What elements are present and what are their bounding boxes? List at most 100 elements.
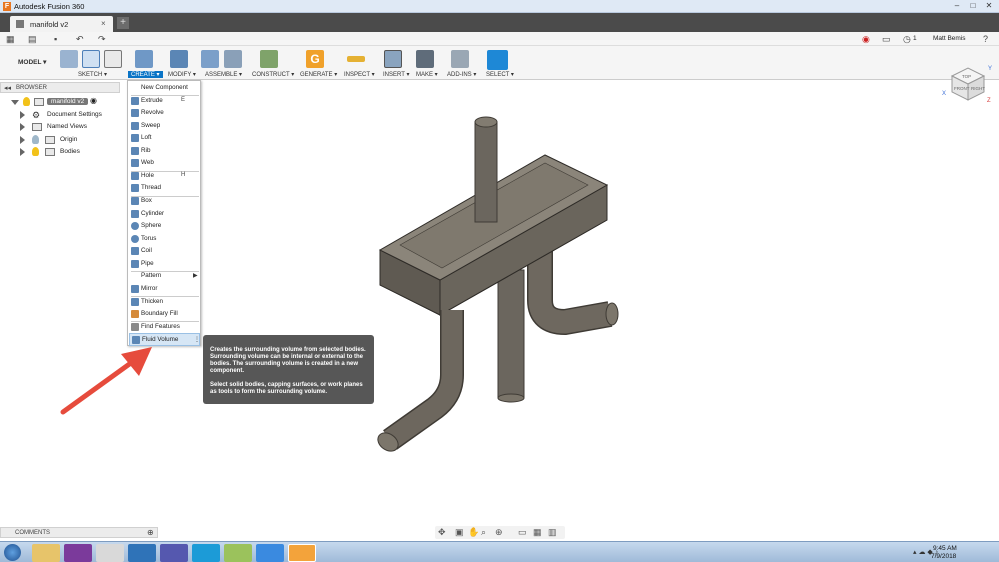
grid-menu-icon[interactable]: ▦ — [6, 34, 15, 44]
menu-item-sphere[interactable]: Sphere — [129, 220, 200, 233]
visibility-bulb-icon[interactable] — [32, 147, 39, 156]
undo-icon[interactable]: ↶ — [76, 34, 84, 44]
manifold-model[interactable] — [370, 110, 630, 460]
workspace-switcher[interactable]: MODEL ▾ — [6, 56, 52, 70]
menu-item-revolve[interactable]: Revolve — [129, 107, 200, 120]
joint-icon[interactable] — [224, 50, 242, 68]
zoom-taskbar-icon[interactable] — [256, 544, 284, 562]
group-select[interactable]: SELECT ▾ — [486, 71, 514, 78]
expand-icon[interactable] — [20, 123, 25, 131]
look-at-icon[interactable]: ▣ — [455, 527, 464, 538]
menu-item-cylinder[interactable]: Cylinder — [129, 208, 200, 221]
record-icon[interactable]: ◉ — [862, 34, 870, 44]
select-icon[interactable] — [487, 50, 508, 70]
expand-icon[interactable] — [20, 148, 25, 156]
sway-taskbar-icon[interactable] — [224, 544, 252, 562]
collapse-browser-icon[interactable]: ◂◂ — [4, 84, 11, 92]
group-insert[interactable]: INSERT ▾ — [383, 71, 409, 78]
expand-icon[interactable] — [20, 111, 25, 119]
view-cube[interactable]: TOP FRONT RIGHT X Y Z — [940, 58, 996, 104]
browser-item-bodies[interactable]: Bodies — [0, 146, 120, 158]
rectangle-sketch-icon[interactable] — [104, 50, 122, 68]
browser-item-named-views[interactable]: Named Views — [0, 121, 120, 133]
file-icon[interactable]: ▤ — [28, 34, 37, 44]
start-button[interactable] — [4, 544, 21, 561]
menu-item-pattern[interactable]: Pattern ▶ — [129, 270, 200, 283]
menu-item-thread[interactable]: Thread — [129, 182, 200, 195]
group-modify[interactable]: MODIFY ▾ — [168, 71, 196, 78]
active-radio-icon[interactable]: ◉ — [90, 96, 97, 105]
group-create[interactable]: CREATE ▾ — [128, 71, 163, 78]
group-assemble[interactable]: ASSEMBLE ▾ — [205, 71, 242, 78]
group-generate[interactable]: GENERATE ▾ — [300, 71, 337, 78]
orbit-icon[interactable]: ✥ — [438, 527, 446, 538]
browser-root-row[interactable]: manifold v2 ◉ — [0, 96, 120, 108]
menu-item-sweep[interactable]: Sweep — [129, 120, 200, 133]
browser-item-document-settings[interactable]: ⚙ Document Settings — [0, 109, 120, 121]
group-sketch[interactable]: SKETCH ▾ — [78, 71, 107, 78]
menu-item-thicken[interactable]: Thicken — [129, 296, 200, 309]
teams-taskbar-icon[interactable] — [160, 544, 188, 562]
job-status-icon[interactable]: ◷ — [903, 34, 911, 44]
menu-item-find-features[interactable]: Find Features — [129, 321, 200, 334]
menu-item-new-component[interactable]: New Component — [129, 82, 200, 95]
visibility-bulb-icon[interactable] — [32, 135, 39, 144]
close-tab-icon[interactable]: × — [101, 19, 106, 28]
more-options-icon[interactable]: ⋮ — [194, 336, 200, 343]
sketch-icon[interactable] — [60, 50, 78, 68]
zoom-window-icon[interactable]: ⊕ — [495, 527, 503, 538]
maximize-icon[interactable]: □ — [966, 1, 980, 11]
redo-icon[interactable]: ↷ — [98, 34, 106, 44]
fusion-taskbar-icon[interactable] — [288, 544, 316, 562]
minimize-icon[interactable]: – — [950, 1, 964, 11]
pan-icon[interactable]: ✋ — [468, 527, 479, 538]
comments-panel[interactable]: COMMENTS ⊕ — [0, 527, 158, 538]
clock-time[interactable]: 9:45 AM — [933, 545, 957, 552]
clock-date[interactable]: 7/9/2018 — [931, 553, 956, 560]
menu-item-torus[interactable]: Torus — [129, 233, 200, 246]
make-3dprint-icon[interactable] — [416, 50, 434, 68]
menu-item-rib[interactable]: Rib — [129, 145, 200, 158]
expand-root-icon[interactable] — [11, 100, 19, 105]
measure-icon[interactable] — [347, 56, 365, 62]
add-ins-icon[interactable] — [451, 50, 469, 68]
save-icon[interactable]: ▪ — [54, 34, 57, 44]
group-make[interactable]: MAKE ▾ — [416, 71, 438, 78]
add-comment-icon[interactable]: ⊕ — [147, 528, 154, 537]
menu-item-web[interactable]: Web — [129, 157, 200, 170]
finish-sketch-icon[interactable] — [82, 50, 100, 68]
user-name[interactable]: Matt Bemis — [933, 35, 966, 42]
help-icon[interactable]: ? — [983, 34, 988, 44]
menu-item-pipe[interactable]: Pipe — [129, 258, 200, 271]
new-tab-button[interactable]: + — [117, 17, 129, 29]
group-inspect[interactable]: INSPECT ▾ — [344, 71, 375, 78]
chat-icon[interactable]: ▭ — [882, 34, 891, 44]
insert-image-icon[interactable] — [384, 50, 402, 68]
menu-item-extrude[interactable]: Extrude E — [129, 95, 200, 108]
create-extrude-icon[interactable] — [135, 50, 153, 68]
expand-icon[interactable] — [20, 136, 25, 144]
explorer-taskbar-icon[interactable] — [32, 544, 60, 562]
browser-item-origin[interactable]: Origin — [0, 134, 120, 146]
assemble-icon[interactable] — [201, 50, 219, 68]
chrome-taskbar-icon[interactable] — [96, 544, 124, 562]
generate-icon[interactable]: G — [306, 50, 324, 68]
menu-item-box[interactable]: Box — [129, 195, 200, 208]
document-tab[interactable]: manifold v2 × — [10, 16, 113, 32]
menu-item-mirror[interactable]: Mirror — [129, 283, 200, 296]
display-settings-icon[interactable]: ▭ — [518, 527, 527, 538]
modify-icon[interactable] — [170, 50, 188, 68]
menu-item-hole[interactable]: Hole H — [129, 170, 200, 183]
close-window-icon[interactable]: ✕ — [982, 1, 996, 11]
zoom-icon[interactable]: ⌕ — [481, 527, 486, 538]
outlook-taskbar-icon[interactable] — [128, 544, 156, 562]
onenote-taskbar-icon[interactable] — [64, 544, 92, 562]
menu-item-coil[interactable]: Coil — [129, 245, 200, 258]
browser-header[interactable]: ◂◂ BROWSER — [0, 82, 120, 93]
skype-taskbar-icon[interactable] — [192, 544, 220, 562]
group-construct[interactable]: CONSTRUCT ▾ — [252, 71, 294, 78]
visibility-bulb-icon[interactable] — [23, 97, 30, 106]
menu-item-boundary-fill[interactable]: Boundary Fill — [129, 308, 200, 321]
grid-settings-icon[interactable]: ▦ — [533, 527, 542, 538]
viewports-icon[interactable]: ▥ — [548, 527, 557, 538]
